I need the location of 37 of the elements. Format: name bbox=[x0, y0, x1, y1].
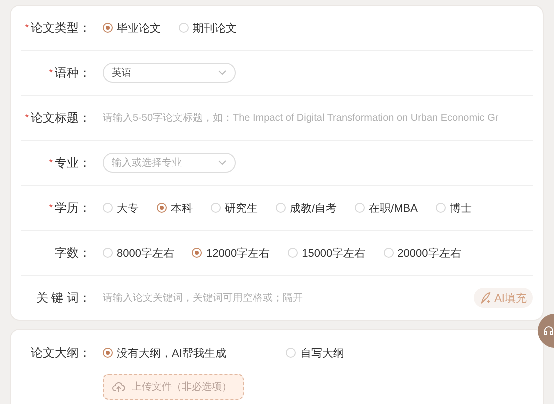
option-label[interactable]: 成教/自考 bbox=[290, 200, 338, 216]
radio-button[interactable] bbox=[103, 23, 113, 33]
radio-button[interactable] bbox=[192, 248, 202, 258]
required-mark: * bbox=[49, 68, 53, 78]
required-mark: * bbox=[25, 22, 29, 34]
field-label: 专业： bbox=[55, 154, 91, 172]
field-label: 语种： bbox=[55, 64, 91, 82]
option-label[interactable]: 本科 bbox=[171, 200, 193, 216]
option-label[interactable]: 8000字左右 bbox=[117, 246, 174, 260]
chevron-icon bbox=[218, 70, 227, 76]
option-label[interactable]: 在职/MBA bbox=[369, 200, 418, 216]
field-label: 论文类型： bbox=[31, 20, 91, 36]
field-label: 字数： bbox=[55, 244, 91, 262]
option-label[interactable]: 没有大纲，AI帮我生成 bbox=[117, 346, 226, 360]
select-field[interactable]: 英语 bbox=[103, 63, 236, 83]
option-label[interactable]: 15000字左右 bbox=[302, 246, 366, 260]
option-label[interactable]: 12000字左右 bbox=[206, 246, 270, 260]
field-label: 论文大纲： bbox=[30, 344, 91, 362]
option-label[interactable]: 期刊论文 bbox=[193, 20, 237, 36]
radio-button[interactable] bbox=[103, 348, 113, 358]
required-mark: * bbox=[49, 202, 53, 214]
option-label[interactable]: 研究生 bbox=[225, 200, 258, 216]
headset-icon bbox=[544, 326, 554, 336]
cloud-upload-icon bbox=[112, 381, 126, 393]
option-label[interactable]: 博士 bbox=[450, 200, 472, 216]
pen-icon bbox=[480, 292, 492, 304]
chevron-icon bbox=[218, 160, 227, 166]
field-label: 关 键 词： bbox=[36, 290, 91, 306]
option-label[interactable]: 自写大纲 bbox=[300, 346, 344, 360]
option-label[interactable]: 大专 bbox=[117, 200, 139, 216]
option-label[interactable]: 20000字左右 bbox=[398, 246, 462, 260]
option-label[interactable]: 毕业论文 bbox=[117, 20, 161, 36]
radio-button[interactable] bbox=[157, 203, 167, 213]
required-mark: * bbox=[25, 112, 29, 124]
field-label: 学历： bbox=[55, 200, 91, 216]
field-label: 论文标题： bbox=[31, 110, 91, 126]
required-mark: * bbox=[49, 158, 53, 168]
